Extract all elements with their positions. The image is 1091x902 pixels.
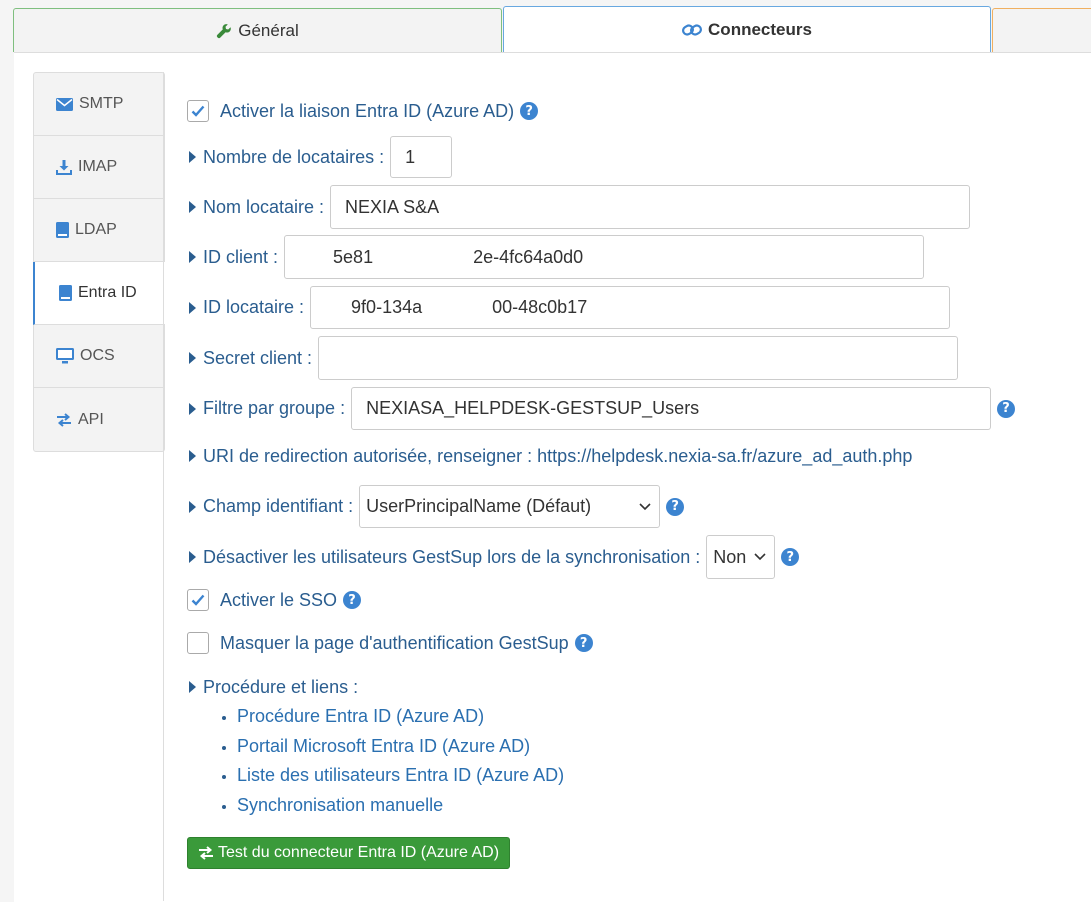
side-tab-entra-id[interactable]: Entra ID (33, 262, 165, 325)
caret-right-icon (189, 251, 196, 263)
help-icon[interactable]: ? (781, 548, 800, 566)
caret-right-icon (189, 681, 196, 693)
side-tab-divider (163, 72, 164, 901)
id-field-select[interactable]: UserPrincipalName (Défaut) (359, 485, 661, 528)
redirect-uri-row: URI de redirection autorisée, renseigner… (187, 444, 912, 468)
link-manual-sync[interactable]: Synchronisation manuelle (237, 791, 564, 821)
check-icon (191, 105, 205, 117)
procedure-row: Procédure et liens : (187, 675, 358, 699)
client-secret-row: Secret client : (187, 336, 959, 380)
help-icon[interactable]: ? (997, 399, 1016, 418)
procedure-label: Procédure et liens : (203, 676, 359, 697)
top-tab-bar: Général Connecteurs (0, 0, 1091, 53)
side-tab-smtp[interactable]: SMTP (34, 73, 164, 136)
side-tab-list: SMTP IMAP LDAP Entra ID OCS API (33, 72, 165, 452)
client-id-label: ID client : (203, 246, 279, 267)
tab-connecteurs[interactable]: Connecteurs (503, 6, 991, 53)
chevron-down-icon (639, 502, 651, 510)
book-icon (59, 285, 72, 301)
hide-auth-checkbox[interactable] (187, 632, 209, 654)
link-procedure[interactable]: Procédure Entra ID (Azure AD) (237, 702, 564, 732)
id-field-row: Champ identifiant : UserPrincipalName (D… (187, 485, 685, 528)
enable-sso-label: Activer le SSO (220, 589, 338, 610)
id-field-value: UserPrincipalName (Défaut) (366, 496, 592, 516)
group-filter-input[interactable] (351, 387, 992, 430)
tenant-id-row: ID locataire : (187, 286, 951, 329)
side-tab-imap-label: IMAP (78, 158, 118, 175)
enable-link-label: Activer la liaison Entra ID (Azure AD) (220, 100, 515, 121)
tab-next[interactable] (992, 8, 1091, 52)
disable-users-value: Non (713, 546, 747, 567)
help-icon[interactable]: ? (574, 634, 593, 652)
tenant-count-input[interactable] (390, 136, 453, 178)
download-icon (56, 159, 72, 175)
caret-right-icon (189, 402, 196, 415)
test-connector-button[interactable]: Test du connecteur Entra ID (Azure AD) (187, 837, 511, 869)
side-tab-smtp-label: SMTP (79, 95, 124, 112)
enable-sso-checkbox[interactable] (187, 589, 209, 611)
caret-right-icon (189, 201, 196, 213)
exchange-icon (198, 845, 214, 861)
disable-users-row: Désactiver les utilisateurs GestSup lors… (187, 535, 800, 579)
client-id-row: ID client : (187, 235, 925, 279)
book-icon (56, 222, 69, 238)
id-field-label: Champ identifiant : (203, 496, 354, 516)
caret-right-icon (189, 352, 196, 364)
desktop-icon (56, 348, 74, 364)
side-tab-api-label: API (78, 410, 104, 428)
hide-auth-label: Masquer la page d'authentification GestS… (220, 632, 569, 653)
tenant-count-label: Nombre de locataires : (203, 146, 385, 167)
redirect-uri-text: URI de redirection autorisée, renseigner… (203, 445, 913, 466)
enable-sso-row: Activer le SSO ? (187, 589, 362, 611)
tenant-name-input[interactable] (330, 185, 971, 229)
help-icon[interactable]: ? (343, 591, 362, 609)
tenant-name-row: Nom locataire : (187, 185, 971, 229)
link-icon (682, 23, 702, 37)
tab-connecteurs-label: Connecteurs (708, 20, 812, 39)
caret-right-icon (189, 450, 196, 462)
side-tab-ocs-label: OCS (80, 347, 115, 364)
enable-link-row: Activer la liaison Entra ID (Azure AD) ? (187, 100, 539, 122)
enable-link-checkbox[interactable] (187, 100, 209, 122)
side-tab-imap[interactable]: IMAP (34, 136, 164, 199)
link-portal[interactable]: Portail Microsoft Entra ID (Azure AD) (237, 732, 564, 762)
help-icon[interactable]: ? (666, 497, 685, 516)
chevron-down-icon (754, 553, 766, 561)
tab-general-label: Général (238, 20, 299, 40)
side-tab-ldap[interactable]: LDAP (34, 199, 164, 262)
client-secret-label: Secret client : (203, 347, 313, 368)
test-connector-label: Test du connecteur Entra ID (Azure AD) (218, 844, 500, 861)
caret-right-icon (189, 151, 196, 163)
client-secret-input[interactable] (318, 336, 959, 380)
caret-right-icon (189, 301, 196, 314)
help-icon[interactable]: ? (520, 102, 539, 120)
group-filter-row: Filtre par groupe : ? (187, 387, 1016, 430)
tenant-id-label: ID locataire : (203, 297, 305, 317)
caret-right-icon (189, 551, 196, 563)
tenant-name-label: Nom locataire : (203, 196, 325, 217)
tenant-id-input[interactable] (310, 286, 951, 329)
disable-users-select[interactable]: Non (706, 535, 776, 579)
client-id-input[interactable] (284, 235, 925, 279)
procedure-links: Procédure Entra ID (Azure AD) Portail Mi… (217, 702, 564, 820)
exchange-icon (56, 412, 72, 428)
wrench-icon (216, 23, 232, 39)
side-tab-ocs[interactable]: OCS (34, 325, 164, 388)
check-icon (191, 594, 205, 606)
side-tab-ldap-label: LDAP (75, 221, 117, 238)
tenant-count-row: Nombre de locataires : (187, 136, 453, 178)
tab-general[interactable]: Général (13, 8, 502, 52)
side-tab-api[interactable]: API (34, 388, 164, 451)
group-filter-label: Filtre par groupe : (203, 398, 346, 418)
side-tab-entra-id-label: Entra ID (78, 284, 137, 301)
caret-right-icon (189, 500, 196, 513)
disable-users-label: Désactiver les utilisateurs GestSup lors… (203, 546, 701, 567)
hide-auth-row: Masquer la page d'authentification GestS… (187, 632, 593, 654)
envelope-icon (56, 97, 73, 111)
link-user-list[interactable]: Liste des utilisateurs Entra ID (Azure A… (237, 761, 564, 791)
